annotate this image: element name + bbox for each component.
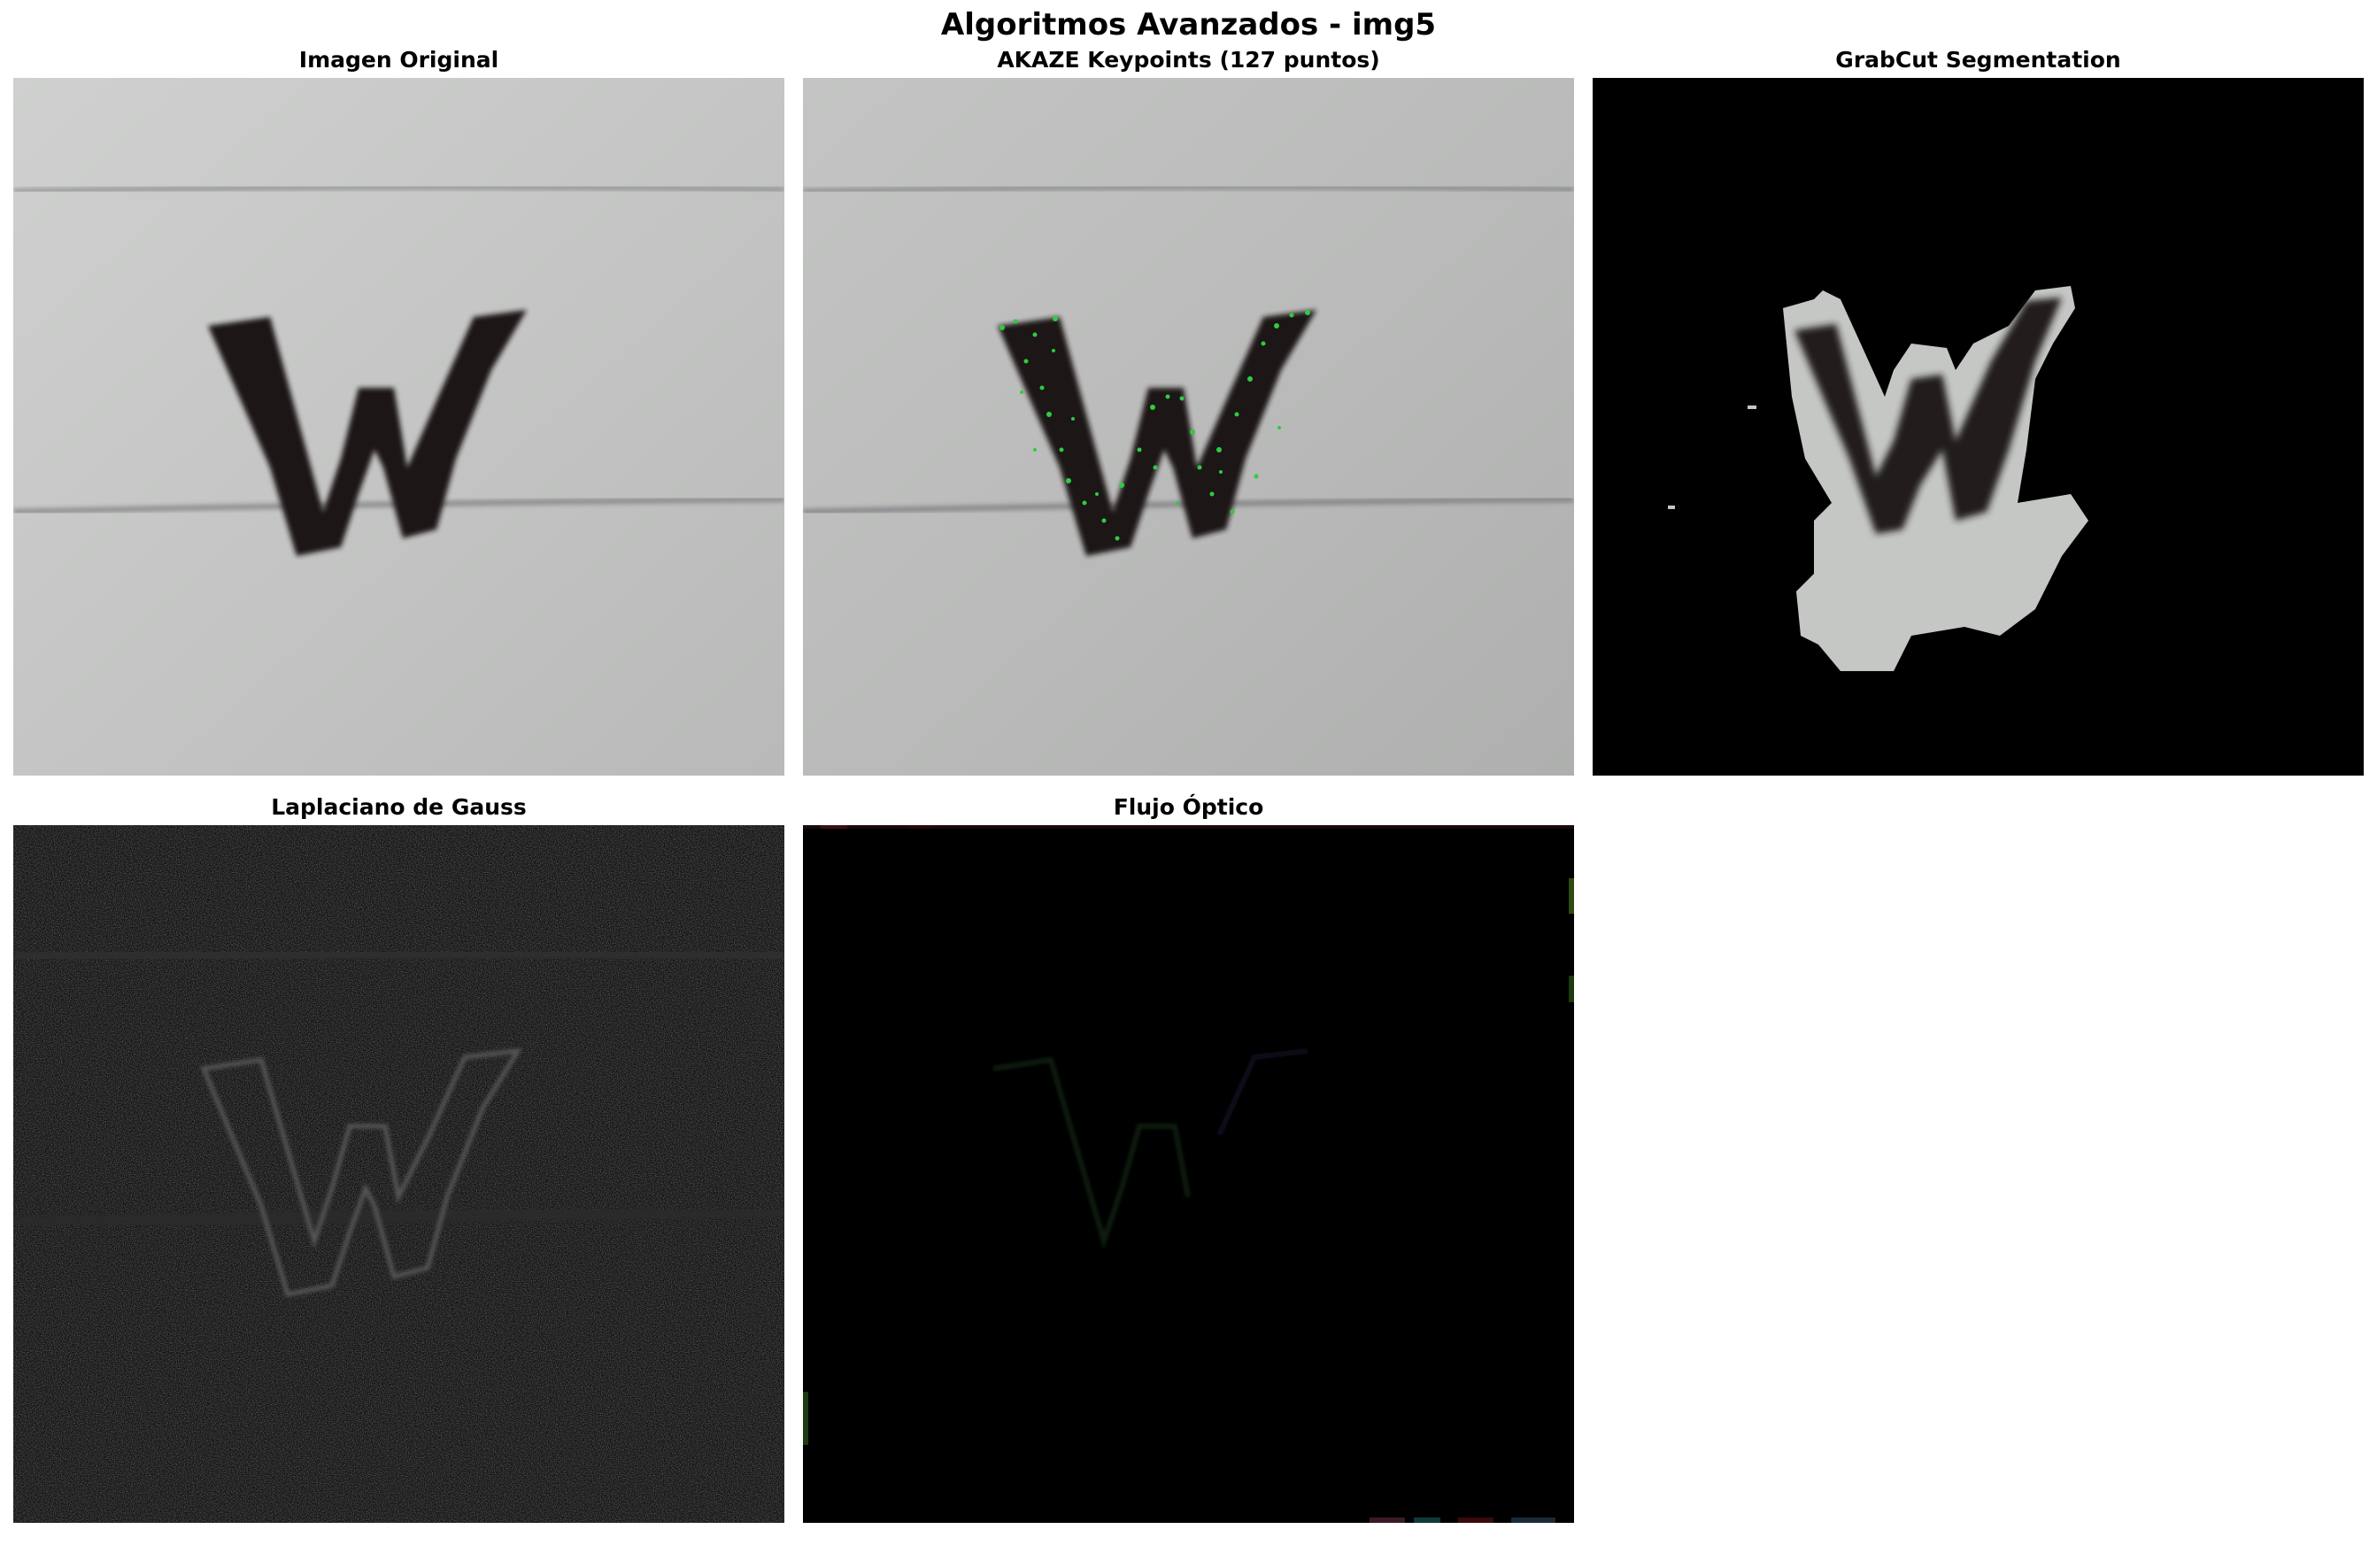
optical-flow-image	[803, 825, 1574, 1523]
panel-log: Laplaciano de Gauss	[13, 793, 784, 1525]
panel-grabcut: GrabCut Segmentation	[1593, 46, 2364, 777]
panel-akaze: AKAZE Keypoints (127 puntos)	[803, 46, 1574, 777]
panel-title-grabcut: GrabCut Segmentation	[1835, 47, 2121, 73]
original-image	[13, 78, 784, 776]
figure-title: Algoritmos Avanzados - img5	[940, 7, 1437, 42]
panel-original: Imagen Original	[13, 46, 784, 777]
panel-title-optical-flow: Flujo Óptico	[1113, 794, 1264, 820]
log-image	[13, 825, 784, 1523]
panel-title-original: Imagen Original	[298, 47, 499, 73]
panel-title-log: Laplaciano de Gauss	[271, 794, 527, 820]
grabcut-image	[1593, 78, 2364, 776]
akaze-image	[803, 78, 1574, 776]
panel-title-akaze: AKAZE Keypoints (127 puntos)	[997, 47, 1380, 73]
panel-optical-flow: Flujo Óptico	[803, 793, 1574, 1525]
